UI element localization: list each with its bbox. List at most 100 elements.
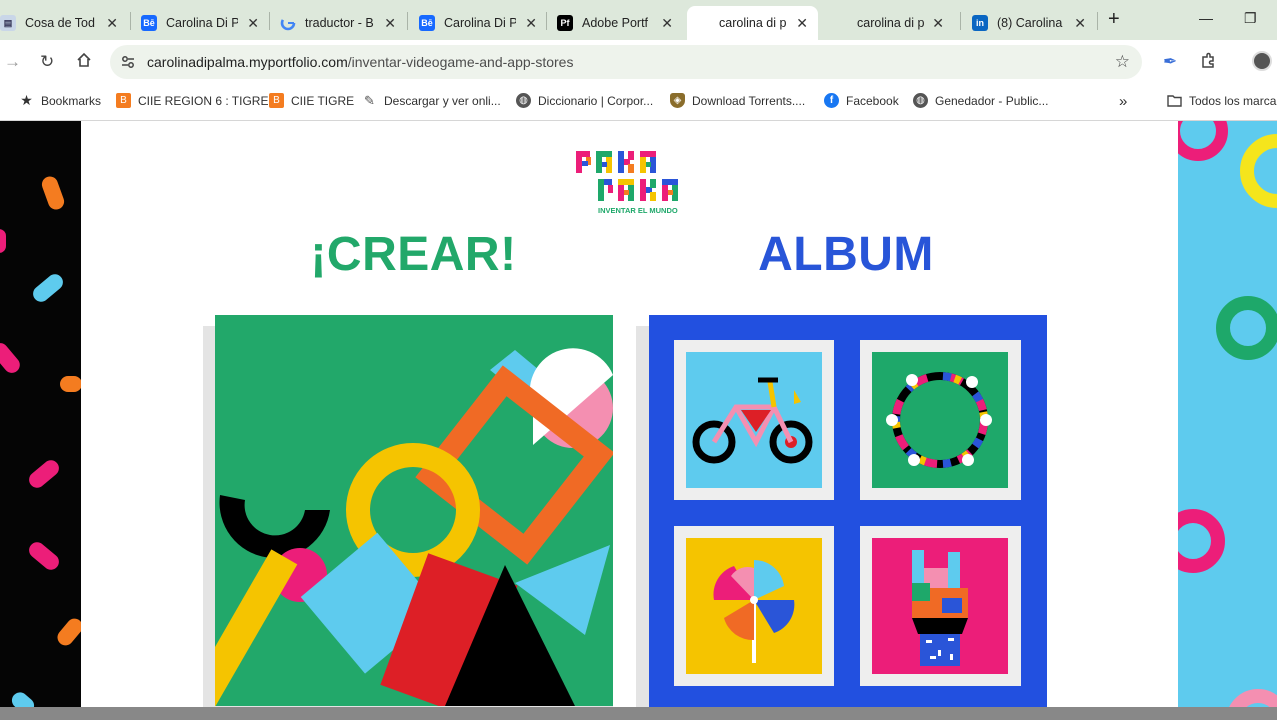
- home-icon[interactable]: [76, 52, 92, 73]
- web-page: INVENTAR EL MUNDO ¡CREAR! ALBUM: [0, 121, 1277, 707]
- blogger-icon: B: [116, 93, 131, 108]
- album-card[interactable]: [636, 315, 1047, 707]
- close-icon[interactable]: ✕: [247, 15, 259, 32]
- main-content: INVENTAR EL MUNDO ¡CREAR! ALBUM: [81, 121, 1178, 707]
- tab-google[interactable]: traductor - B ✕: [280, 6, 406, 40]
- bicycle-icon: [686, 352, 822, 488]
- tab-separator: [130, 12, 131, 30]
- behance-icon: Bē: [419, 15, 435, 31]
- google-icon: [280, 15, 296, 31]
- close-icon[interactable]: ✕: [932, 15, 944, 32]
- restore-icon[interactable]: ❐: [1244, 10, 1257, 27]
- tab-linkedin[interactable]: in (8) Carolina ✕: [972, 6, 1096, 40]
- profile-avatar[interactable]: [1252, 51, 1272, 71]
- tab-behance-1[interactable]: Bē Carolina Di P ✕: [141, 6, 269, 40]
- close-icon[interactable]: ✕: [525, 15, 537, 32]
- tab-cosa[interactable]: ▤ Cosa de Tod ✕: [0, 6, 128, 40]
- tab-title: Adobe Portf: [582, 16, 649, 30]
- tab-title: Carolina Di P: [444, 16, 516, 30]
- globe-icon: ◍: [913, 93, 928, 108]
- album-frame-hands[interactable]: [860, 340, 1021, 500]
- star-icon: ★: [20, 92, 33, 108]
- left-decorative-strip: [0, 121, 83, 707]
- tab-separator: [546, 12, 547, 30]
- bookmark-item[interactable]: ★ Bookmarks: [19, 92, 102, 108]
- tab-separator: [407, 12, 408, 30]
- minimize-icon[interactable]: —: [1199, 10, 1213, 26]
- download-icon: ✎: [364, 92, 375, 108]
- close-icon[interactable]: ✕: [1074, 15, 1086, 32]
- url-domain: carolinadipalma.myportfolio.com: [147, 54, 348, 70]
- bookmark-item[interactable]: f Facebook: [824, 93, 899, 108]
- album-artwork: [649, 315, 1047, 707]
- url-text[interactable]: carolinadipalma.myportfolio.com/inventar…: [147, 54, 573, 70]
- extension-pen-icon[interactable]: ✒: [1163, 52, 1177, 72]
- bookmark-item[interactable]: ✎ Descargar y ver onli...: [362, 93, 501, 108]
- album-heading[interactable]: ALBUM: [721, 227, 971, 282]
- page-icon: ▤: [0, 15, 16, 31]
- linkedin-icon: in: [972, 15, 988, 31]
- forward-icon[interactable]: →: [4, 52, 21, 72]
- folder-icon: [1167, 93, 1182, 108]
- bookmark-item[interactable]: ◈ Download Torrents....: [670, 93, 805, 108]
- browser-chrome: ▤ Cosa de Tod ✕ Bē Carolina Di P ✕ tradu…: [0, 0, 1277, 121]
- blogger-icon: B: [269, 93, 284, 108]
- reload-icon[interactable]: ↻: [40, 52, 54, 72]
- horizontal-scrollbar[interactable]: [0, 707, 1277, 720]
- bookmark-label: Bookmarks: [41, 93, 102, 108]
- tab-carolina-active[interactable]: carolina di p ✕: [687, 6, 818, 40]
- tab-title: Cosa de Tod: [25, 16, 95, 30]
- confetti-decoration: [0, 176, 83, 707]
- pinwheel-icon: [686, 538, 822, 674]
- pakapaka-logo: INVENTAR EL MUNDO: [576, 149, 686, 217]
- crear-heading[interactable]: ¡CREAR!: [281, 227, 546, 282]
- bookmark-label: Facebook: [846, 93, 899, 108]
- close-icon[interactable]: ✕: [384, 15, 396, 32]
- tab-behance-2[interactable]: Bē Carolina Di P ✕: [419, 6, 547, 40]
- hands-circle-icon: [872, 352, 1008, 488]
- bookmark-star-icon[interactable]: ☆: [1115, 52, 1130, 72]
- crear-artwork: [215, 315, 613, 706]
- close-icon[interactable]: ✕: [661, 15, 673, 32]
- bookmark-label: CIIE REGION 6 : TIGRE: [138, 93, 269, 108]
- tab-separator: [960, 12, 961, 30]
- bookmark-label: Diccionario | Corpor...: [538, 93, 654, 108]
- facebook-icon: f: [824, 93, 839, 108]
- adobe-portfolio-icon: Pf: [557, 15, 573, 31]
- logo-tagline: INVENTAR EL MUNDO: [598, 206, 678, 215]
- tab-adobe-portfolio[interactable]: Pf Adobe Portf ✕: [557, 6, 683, 40]
- bookmark-label: CIIE TIGRE: [291, 93, 355, 108]
- tab-separator: [1097, 12, 1098, 30]
- tab-carolina-2[interactable]: carolina di p ✕: [826, 6, 954, 40]
- all-bookmarks-folder[interactable]: Todos los marca: [1167, 93, 1276, 108]
- behance-icon: Bē: [141, 15, 157, 31]
- bookmark-item[interactable]: ◍ Genedador - Public...: [913, 93, 1048, 108]
- crear-card[interactable]: [203, 315, 613, 707]
- album-frame-pinwheel[interactable]: [674, 526, 834, 686]
- bookmark-label: Todos los marca: [1189, 93, 1277, 108]
- album-frame-bicycle[interactable]: [674, 340, 834, 500]
- rock-hand-icon: [872, 538, 1008, 674]
- bookmark-item[interactable]: B CIIE TIGRE: [269, 93, 354, 108]
- new-tab-icon[interactable]: +: [1108, 8, 1120, 31]
- url-path: /inventar-videogame-and-app-stores: [347, 54, 574, 70]
- close-icon[interactable]: ✕: [106, 15, 118, 32]
- tab-title: traductor - B: [305, 16, 374, 30]
- bookmark-label: Genedador - Public...: [935, 93, 1049, 108]
- globe-icon: ◍: [516, 93, 531, 108]
- bookmark-item[interactable]: B CIIE REGION 6 : TIGRE: [116, 93, 268, 108]
- tab-title: carolina di p: [719, 16, 787, 30]
- bookmark-label: Download Torrents....: [692, 93, 806, 108]
- close-icon[interactable]: ✕: [796, 15, 808, 32]
- more-bookmarks-chevron-icon[interactable]: »: [1119, 93, 1127, 110]
- extensions-puzzle-icon[interactable]: [1200, 52, 1217, 74]
- album-frame-hand[interactable]: [860, 526, 1021, 686]
- address-bar[interactable]: carolinadipalma.myportfolio.com/inventar…: [110, 45, 1142, 79]
- tab-title: Carolina Di P: [166, 16, 238, 30]
- bookmark-item[interactable]: ◍ Diccionario | Corpor...: [516, 93, 653, 108]
- right-decorative-strip: [1161, 121, 1277, 707]
- toolbar: → ↻ carolinadipalma.myportfolio.com/inve…: [0, 40, 1277, 85]
- site-settings-icon[interactable]: [120, 54, 136, 75]
- tab-separator: [269, 12, 270, 30]
- bookmarks-bar: ★ Bookmarks B CIIE REGION 6 : TIGRE B CI…: [0, 85, 1277, 121]
